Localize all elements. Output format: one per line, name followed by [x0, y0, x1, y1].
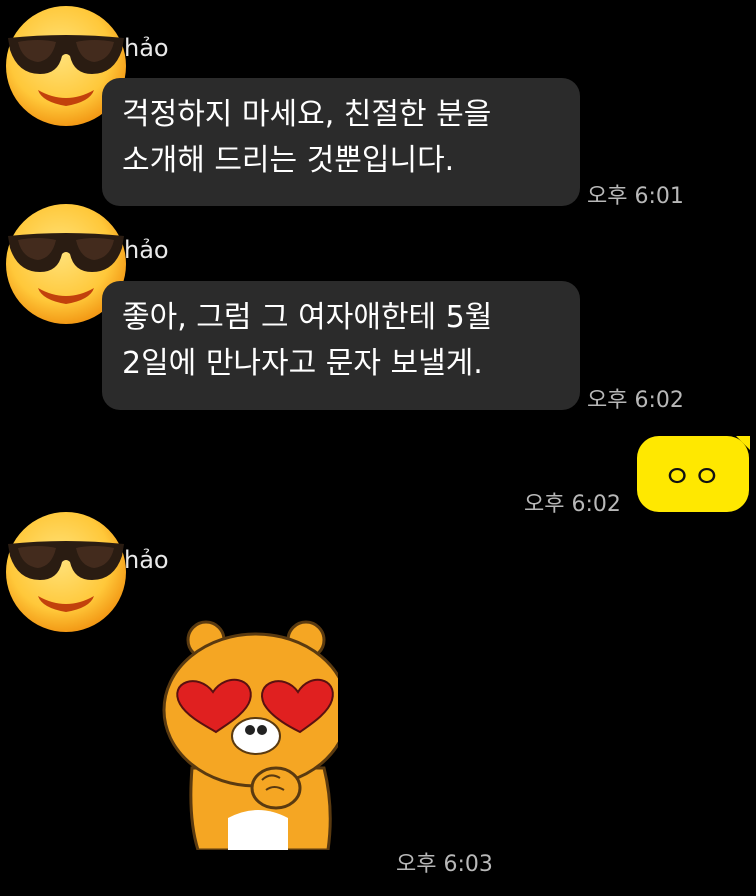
- message-timestamp: 오후 6:02: [587, 388, 684, 413]
- message-timestamp: 오후 6:01: [587, 184, 684, 209]
- message-text: 좋아, 그럼 그 여자애한테 5월: [122, 300, 493, 335]
- message-timestamp: 오후 6:03: [396, 852, 493, 877]
- ryan-heart-eyes-sticker-icon[interactable]: [158, 618, 338, 850]
- message-text: 소개해 드리는 것뿐입니다.: [122, 143, 455, 178]
- message-text: ㅇㅇ: [663, 460, 723, 495]
- message-text: 2일에 만나자고 문자 보낼게.: [122, 346, 483, 381]
- my-message-bubble[interactable]: ㅇㅇ: [637, 436, 749, 512]
- message-text: 걱정하지 마세요, 친절한 분을: [122, 97, 492, 132]
- message-timestamp: 오후 6:02: [524, 492, 621, 517]
- message-bubble[interactable]: 좋아, 그럼 그 여자애한테 5월 2일에 만나자고 문자 보낼게.: [102, 281, 580, 410]
- sender-name: hảo: [124, 546, 169, 574]
- sender-name: hảo: [124, 236, 169, 264]
- sunglasses-emoji-icon[interactable]: [2, 508, 130, 636]
- message-bubble[interactable]: 걱정하지 마세요, 친절한 분을 소개해 드리는 것뿐입니다.: [102, 78, 580, 206]
- sender-name: hảo: [124, 34, 169, 62]
